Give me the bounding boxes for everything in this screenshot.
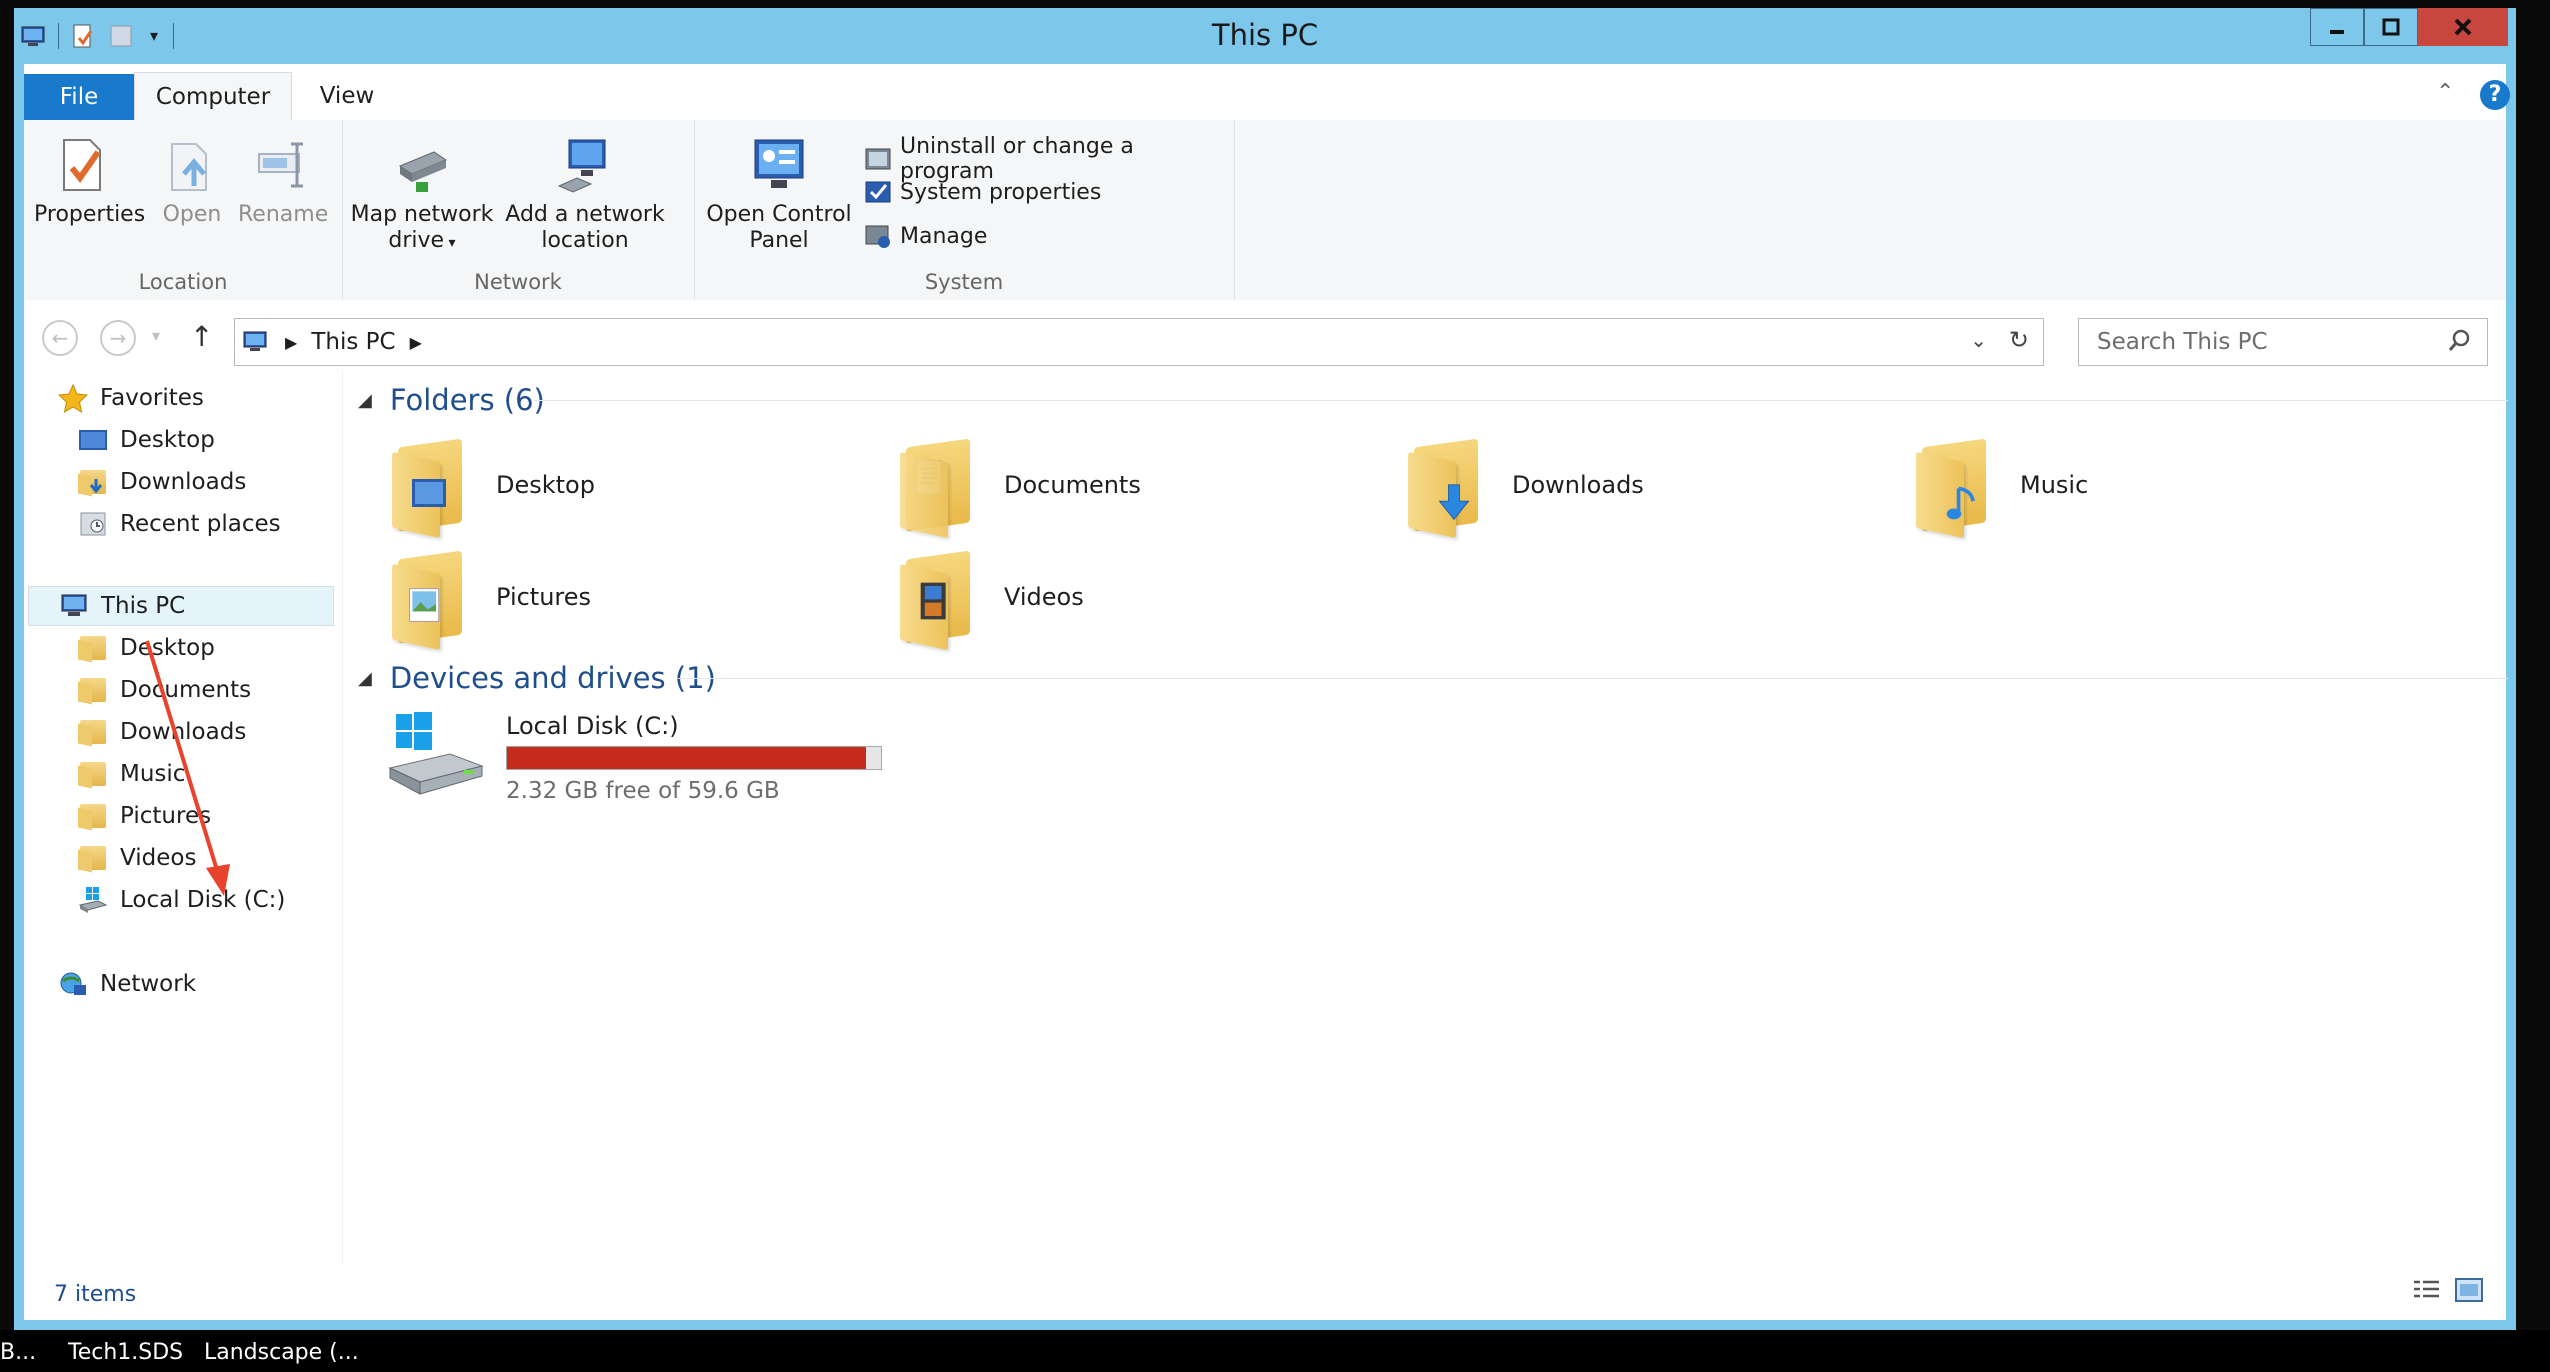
taskbar-item-tech1[interactable]: Tech1.SDS xyxy=(68,1340,183,1365)
annotation-arrow-overlay xyxy=(145,640,230,896)
annotation-arrow-head xyxy=(206,864,230,896)
taskbar: B... Tech1.SDS Landscape (... xyxy=(0,1330,2550,1372)
taskbar-item-1[interactable]: B... xyxy=(0,1340,36,1365)
annotation-arrow-line xyxy=(145,640,222,881)
taskbar-item-landscape[interactable]: Landscape (... xyxy=(204,1340,359,1365)
